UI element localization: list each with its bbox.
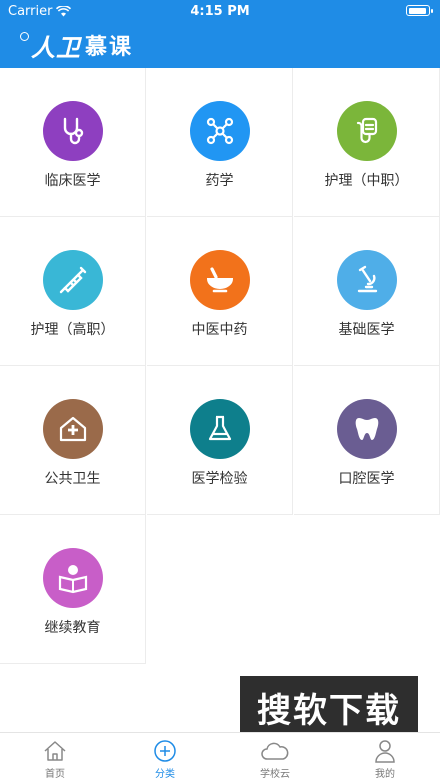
tab-school-cloud[interactable]: 学校云	[220, 733, 330, 782]
category-label: 药学	[205, 173, 234, 189]
logo-seal-icon	[20, 32, 29, 41]
tab-home[interactable]: 首页	[0, 733, 110, 782]
category-tile-nursing-vocational[interactable]: 护理（高职）	[0, 217, 146, 366]
category-tile-nursing-secondary[interactable]: 护理（中职）	[294, 68, 440, 217]
tab-category[interactable]: 分类	[110, 733, 220, 782]
category-tile-stomatology[interactable]: 口腔医学	[294, 366, 440, 515]
public-health-house-icon	[43, 399, 103, 459]
logo-word: 慕课	[85, 35, 134, 60]
category-tile-clinical-medicine[interactable]: 临床医学	[0, 68, 146, 217]
status-time: 4:15 PM	[190, 4, 250, 19]
stethoscope-icon	[43, 101, 103, 161]
tab-bar: 首页 分类 学校云 我的	[0, 732, 440, 782]
category-tile-basic-medicine[interactable]: 基础医学	[294, 217, 440, 366]
tooth-icon	[337, 399, 397, 459]
battery-icon	[406, 5, 433, 16]
app-logo: 人卫 慕课	[20, 28, 133, 62]
category-tile-continuing-education[interactable]: 继续教育	[0, 515, 146, 664]
category-label: 基础医学	[338, 322, 395, 338]
person-icon	[374, 737, 396, 765]
home-icon	[43, 737, 67, 765]
category-tile-tcm[interactable]: 中医中药	[147, 217, 293, 366]
category-label: 护理（高职）	[30, 322, 115, 338]
watermark: 搜软下载	[240, 676, 418, 738]
category-label: 公共卫生	[44, 471, 101, 487]
category-label: 临床医学	[44, 173, 101, 189]
reader-book-icon	[43, 548, 103, 608]
syringe-icon	[43, 250, 103, 310]
microscope-icon	[337, 250, 397, 310]
category-label: 继续教育	[44, 620, 101, 636]
tab-label: 学校云	[260, 769, 290, 780]
molecule-icon	[190, 101, 250, 161]
logo-mark: 人卫	[31, 32, 81, 62]
category-label: 护理（中职）	[324, 173, 409, 189]
tab-profile[interactable]: 我的	[330, 733, 440, 782]
category-tile-lab-medicine[interactable]: 医学检验	[147, 366, 293, 515]
flask-icon	[190, 399, 250, 459]
mortar-pestle-icon	[190, 250, 250, 310]
status-bar: Carrier 4:15 PM	[0, 0, 440, 22]
plus-circle-icon	[153, 737, 177, 765]
category-tile-pharmacy[interactable]: 药学	[147, 68, 293, 217]
category-label: 医学检验	[191, 471, 248, 487]
category-label: 口腔医学	[338, 471, 395, 487]
category-tile-public-health[interactable]: 公共卫生	[0, 366, 146, 515]
iv-bag-icon	[337, 101, 397, 161]
tab-label: 我的	[375, 769, 395, 780]
app-header: Carrier 4:15 PM 人卫 慕课	[0, 0, 440, 68]
tab-label: 首页	[45, 769, 65, 780]
category-label: 中医中药	[191, 322, 248, 338]
tab-label: 分类	[155, 769, 175, 780]
cloud-icon	[260, 737, 290, 765]
